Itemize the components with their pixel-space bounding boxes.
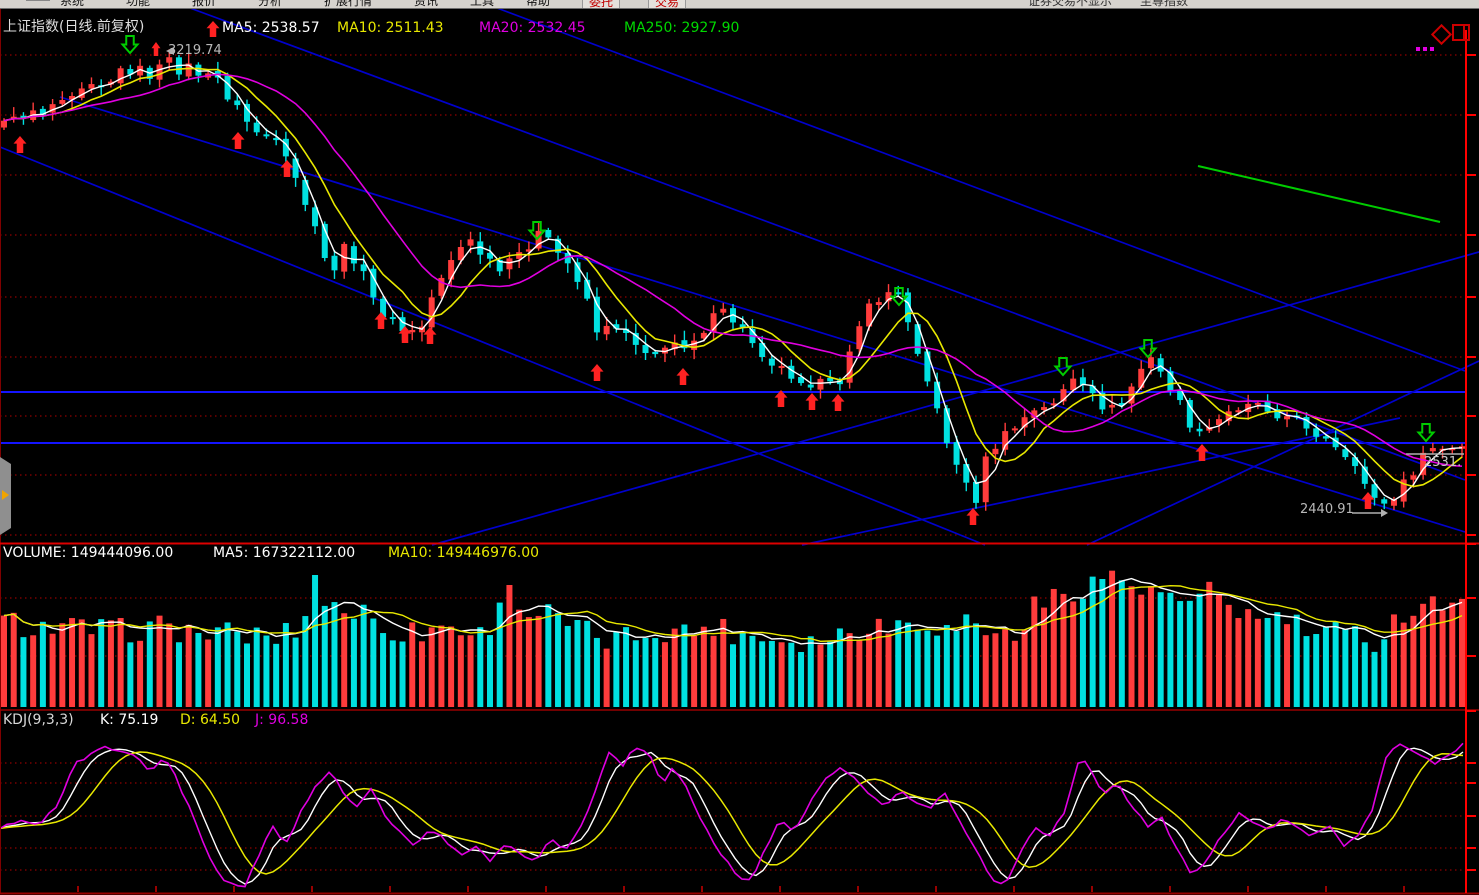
menu-button-1[interactable]: 交易 — [648, 0, 686, 9]
volume-ma10-label: MA10: 149446976.00 — [388, 546, 539, 561]
menu-item-0[interactable]: 系统 — [60, 0, 84, 9]
menu-item-5[interactable]: 资讯 — [414, 0, 438, 9]
low-price-label: 2440.91 — [1300, 503, 1354, 517]
menu-button-0[interactable]: 委托 — [582, 0, 620, 9]
chart-canvas[interactable] — [0, 0, 1479, 895]
ma250-value-label: MA250: 2927.90 — [624, 21, 739, 36]
kdj-j-value: J: 96.58 — [255, 713, 308, 728]
menu-item-6[interactable]: 工具 — [470, 0, 494, 9]
ma20-value-label: MA20: 2532.45 — [479, 21, 586, 36]
sidebar-arrow-icon — [2, 490, 9, 500]
kdj-k-value: K: 75.19 — [100, 713, 158, 728]
trading-app-window: 系统 功能 报价 分析 扩展行情 资讯 工具 帮助 委托 交易 证券交易不显示 至尊指数 上证指数(日… — [0, 0, 1479, 895]
ma10-value-label: MA10: 2511.43 — [337, 21, 444, 36]
ellipsis-icon[interactable] — [1416, 36, 1437, 55]
volume-value-label: VOLUME: 149444096.00 — [3, 546, 173, 561]
last-price-label: 2531. — [1424, 456, 1461, 470]
sidebar-expand-handle[interactable] — [0, 457, 11, 535]
menu-bar[interactable]: 系统 功能 报价 分析 扩展行情 资讯 工具 帮助 委托 交易 证券交易不显示 至尊指数 — [0, 0, 1479, 9]
kdj-indicator-label: KDJ(9,3,3) — [3, 713, 74, 728]
high-price-label: 3219.74 — [168, 44, 222, 58]
menu-item-1[interactable]: 功能 — [126, 0, 150, 9]
app-icon[interactable] — [26, 0, 50, 1]
ma5-value-label: MA5: 2538.57 — [222, 21, 320, 36]
menu-right-item-1: 至尊指数 — [1140, 0, 1188, 9]
kdj-d-value: D: 64.50 — [180, 713, 240, 728]
menu-item-4[interactable]: 扩展行情 — [324, 0, 372, 9]
menu-right-item-0: 证券交易不显示 — [1028, 0, 1112, 9]
chart-title: 上证指数(日线.前复权) — [3, 20, 144, 35]
menu-item-7[interactable]: 帮助 — [526, 0, 550, 9]
window-restore-icon[interactable] — [1452, 24, 1470, 41]
menu-item-3[interactable]: 分析 — [258, 0, 282, 9]
menu-item-2[interactable]: 报价 — [192, 0, 216, 9]
volume-ma5-label: MA5: 167322112.00 — [213, 546, 355, 561]
